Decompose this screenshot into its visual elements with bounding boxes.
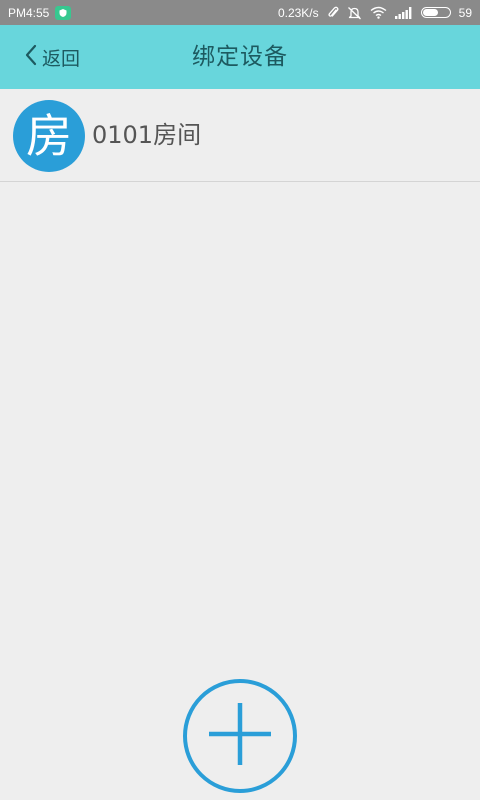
signal-icon (394, 6, 413, 19)
add-device-button[interactable] (183, 679, 297, 793)
device-name: 0101房间 (92, 121, 202, 149)
battery-level: 59 (458, 5, 472, 20)
device-avatar: 房 (13, 100, 85, 172)
status-bar: PM4:55 0.23K/s 59 (0, 0, 480, 25)
network-speed: 0.23K/s (277, 5, 319, 20)
device-list: 房 0101房间 (0, 89, 480, 182)
plus-icon (207, 701, 273, 771)
battery-icon (420, 7, 451, 18)
status-left: PM4:55 (8, 0, 72, 25)
wifi-icon (370, 6, 387, 19)
status-right: 0.23K/s 59 (278, 0, 472, 25)
page-title: 绑定设备 (192, 44, 288, 70)
status-time: PM4:55 (8, 5, 50, 20)
device-list-item[interactable]: 房 0101房间 (0, 89, 480, 182)
bell-muted-icon (347, 6, 362, 20)
attachment-icon (327, 6, 339, 20)
app-header: 返回 绑定设备 (0, 25, 480, 89)
app-notification-icon (55, 5, 72, 20)
battery-fill (422, 9, 438, 16)
